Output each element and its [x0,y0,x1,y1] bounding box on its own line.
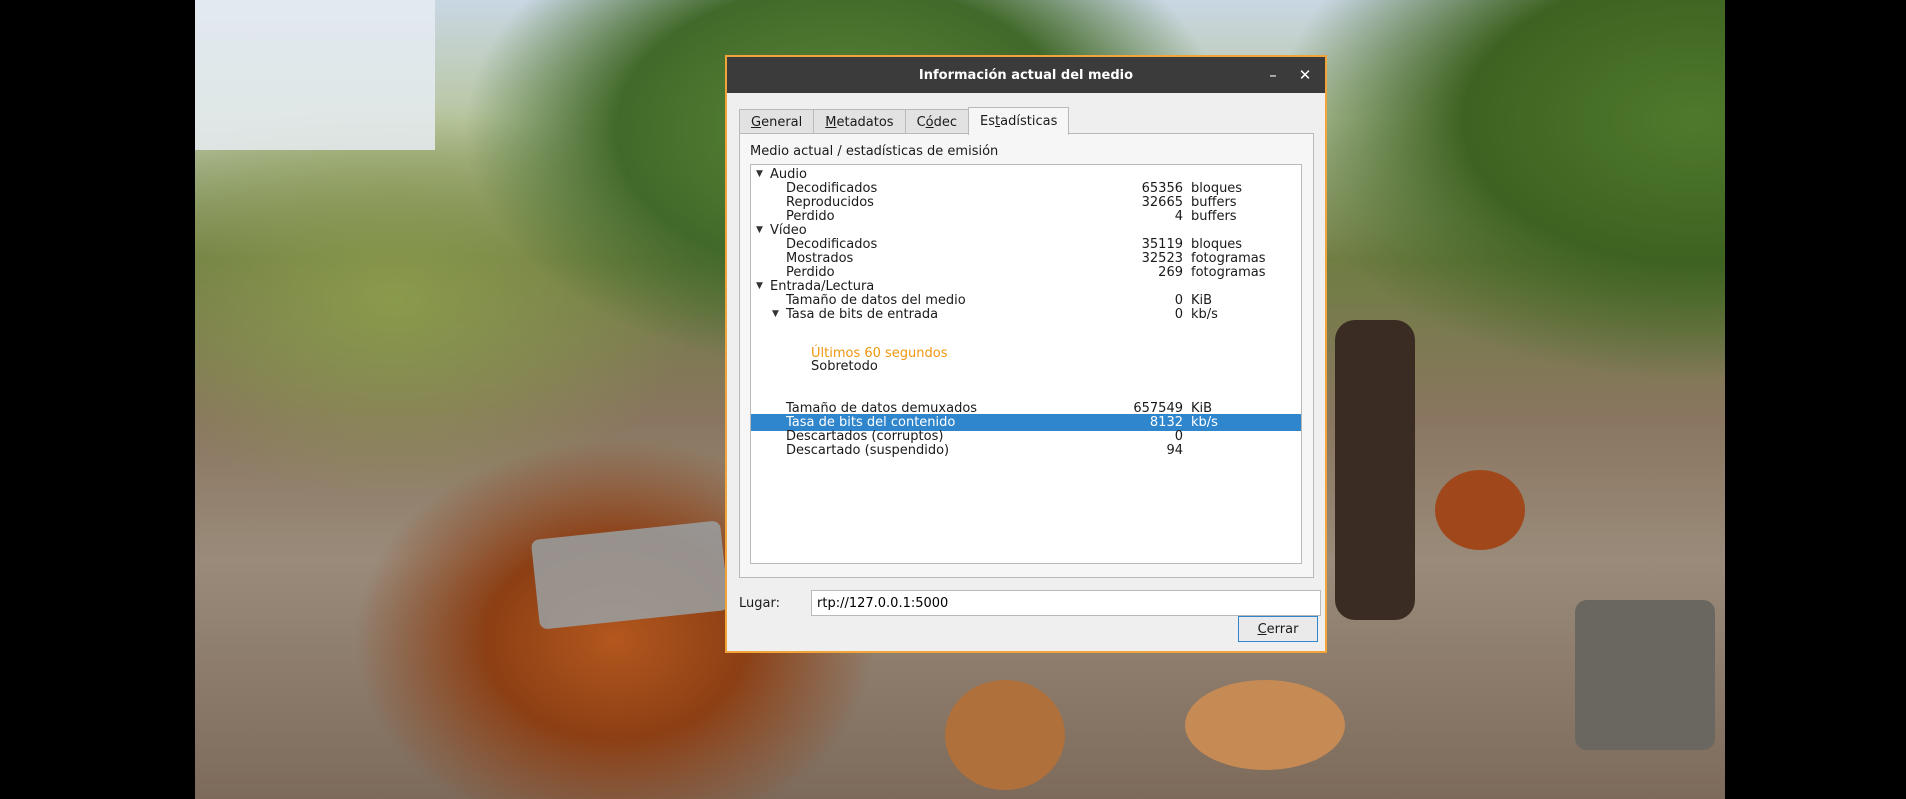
legend-overall: Sobretodo [811,359,878,374]
panel-heading: Medio actual / estadísticas de emisión [750,144,999,159]
statistics-tree[interactable]: ▼ Audio Decodificados 65356 bloques Repr… [750,164,1302,564]
video-tree-trunk [1335,320,1415,620]
close-icon[interactable]: ✕ [1295,64,1315,86]
video-hen [1435,470,1525,550]
location-input[interactable] [811,590,1321,616]
video-sky [195,0,435,150]
tab-metadata[interactable]: Metadatos [813,109,906,134]
tab-general[interactable]: General [739,109,815,134]
video-tub [530,520,730,630]
tree-group-input-bitrate[interactable]: ▼ Tasa de bits de entrada 0 kb/s [751,306,1301,323]
title-bar[interactable]: Información actual del medio – ✕ [727,57,1325,93]
statistics-panel: Medio actual / estadísticas de emisión ▼… [739,133,1314,578]
video-hen [945,680,1065,790]
media-info-dialog: Información actual del medio – ✕ General… [725,55,1327,653]
location-label: Lugar: [739,596,780,611]
tree-row[interactable]: Descartado (suspendido) 94 [751,442,1301,459]
video-hen [1185,680,1345,770]
chevron-down-icon[interactable]: ▼ [772,306,779,323]
tab-statistics[interactable]: Es t adísticas [968,107,1070,135]
minimize-button[interactable]: – [1263,64,1283,86]
dialog-title: Información actual del medio [918,67,1134,83]
close-button[interactable]: Cerrar [1238,616,1318,642]
tab-bar: General Metadatos Có dec Es t adísticas [739,107,1070,135]
tab-codec[interactable]: Có dec [904,109,970,134]
video-bucket [1575,600,1715,750]
